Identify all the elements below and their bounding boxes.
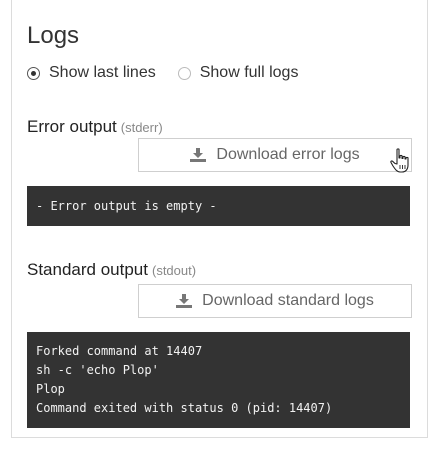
radio-show-last-lines[interactable]: Show last lines bbox=[27, 64, 156, 82]
download-error-logs-label: Download error logs bbox=[216, 146, 360, 163]
error-output-console: - Error output is empty - bbox=[27, 186, 410, 226]
radio-label: Show full logs bbox=[199, 64, 299, 81]
console-line: Plop bbox=[36, 382, 65, 396]
radio-label: Show last lines bbox=[49, 64, 156, 81]
radio-show-full-logs[interactable]: Show full logs bbox=[177, 64, 299, 82]
download-standard-logs-label: Download standard logs bbox=[202, 292, 374, 309]
download-error-logs-button[interactable]: Download error logs bbox=[138, 138, 412, 172]
standard-output-title: Standard output bbox=[27, 260, 148, 279]
standard-output-heading: Standard output (stdout) bbox=[27, 260, 196, 280]
download-standard-logs-button[interactable]: Download standard logs bbox=[138, 284, 412, 318]
console-line: Forked command at 14407 bbox=[36, 344, 203, 358]
error-output-title: Error output bbox=[27, 117, 117, 136]
error-output-subtitle: (stderr) bbox=[120, 120, 163, 135]
download-icon bbox=[190, 148, 207, 162]
console-line: sh -c 'echo Plop' bbox=[36, 363, 159, 377]
radio-checked-icon[interactable] bbox=[27, 66, 40, 80]
download-icon bbox=[176, 294, 193, 308]
log-view-options: Show last lines Show full logs bbox=[27, 64, 320, 82]
error-output-heading: Error output (stderr) bbox=[27, 117, 163, 137]
radio-unchecked-icon[interactable] bbox=[177, 66, 191, 80]
hand-pointer-icon bbox=[390, 148, 409, 173]
standard-output-console: Forked command at 14407 sh -c 'echo Plop… bbox=[27, 332, 410, 428]
standard-output-subtitle: (stdout) bbox=[151, 263, 197, 278]
console-line: Command exited with status 0 (pid: 14407… bbox=[36, 401, 333, 415]
page-title: Logs bbox=[27, 22, 80, 49]
console-line: - Error output is empty - bbox=[36, 199, 217, 213]
